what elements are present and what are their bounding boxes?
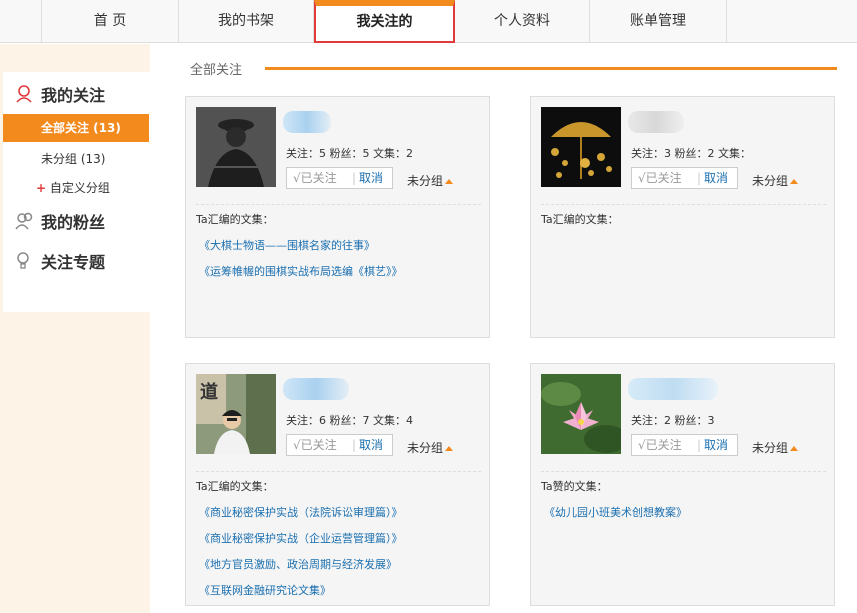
follow-card: 关注：3 粉丝：2 文集： √已关注 | 取消 未分组 Ta汇编的文集： <box>530 96 835 338</box>
collections-label: Ta汇编的文集： <box>541 213 619 226</box>
unfollow-button[interactable]: 取消 <box>704 435 728 455</box>
follow-control: √已关注 | 取消 <box>631 434 738 456</box>
avatar[interactable] <box>196 107 276 187</box>
follow-card: 关注：2 粉丝：3 √已关注 | 取消 未分组 Ta赞的文集： 《幼儿园小班美术… <box>530 363 835 606</box>
divider-line <box>196 204 481 205</box>
collection-link[interactable]: 《大棋士物语——围棋名家的往事》 <box>199 237 375 253</box>
tab-profile[interactable]: 个人资料 <box>455 0 590 43</box>
group-label: 未分组 <box>752 174 789 188</box>
lightbulb-icon <box>15 251 35 271</box>
username-blurred[interactable] <box>628 111 684 133</box>
tab-bookshelf[interactable]: 我的书架 <box>179 0 314 43</box>
section-divider <box>265 67 837 70</box>
collection-link[interactable]: 《地方官员激励、政治周期与经济发展》 <box>199 556 397 572</box>
caret-up-icon <box>790 179 799 184</box>
collection-link[interactable]: 《商业秘密保护实战（企业运营管理篇）》 <box>199 530 403 546</box>
followed-button[interactable]: √已关注 <box>287 168 349 188</box>
divider: | <box>696 171 702 185</box>
collections-label: Ta赞的文集： <box>541 480 608 493</box>
username-blurred[interactable] <box>283 378 349 400</box>
followed-button[interactable]: √已关注 <box>287 435 349 455</box>
followed-button[interactable]: √已关注 <box>632 435 694 455</box>
tab-following[interactable]: 我关注的 <box>314 0 455 43</box>
caret-up-icon <box>790 446 799 451</box>
followed-button[interactable]: √已关注 <box>632 168 694 188</box>
top-nav: 首 页 我的书架 我关注的 个人资料 账单管理 <box>0 0 857 43</box>
divider-line <box>541 471 826 472</box>
avatar[interactable] <box>541 107 621 187</box>
follow-control: √已关注 | 取消 <box>286 434 393 456</box>
divider-line <box>196 471 481 472</box>
divider-line <box>541 204 826 205</box>
collection-link[interactable]: 《互联网金融研究论文集》 <box>199 582 331 598</box>
group-dropdown[interactable]: 未分组 <box>752 439 799 456</box>
username-blurred[interactable] <box>628 378 718 400</box>
sidebar-fans-label: 我的粉丝 <box>41 213 106 232</box>
user-icon <box>15 84 35 104</box>
sidebar-item-custom-group[interactable]: + 自定义分组 <box>36 179 110 196</box>
avatar-sign-text: 道 <box>200 382 218 403</box>
collection-link[interactable]: 《运筹帷幄的围棋实战布局选编《棋艺》》 <box>199 263 403 279</box>
sidebar-item-all-follows[interactable]: 全部关注 (13) <box>3 114 149 142</box>
unfollow-button[interactable]: 取消 <box>359 435 383 455</box>
divider: | <box>351 438 357 452</box>
follow-control: √已关注 | 取消 <box>631 167 738 189</box>
user-stats: 关注：6 粉丝：7 文集：4 <box>286 414 413 427</box>
collection-link[interactable]: 《商业秘密保护实战（法院诉讼审理篇）》 <box>199 504 403 520</box>
unfollow-button[interactable]: 取消 <box>704 168 728 188</box>
follow-card: 道 关注：6 粉丝：7 文集：4 √已关注 | 取消 未分组 Ta汇编的文集： … <box>185 363 490 606</box>
sidebar: 我的关注 全部关注 (13) 未分组 (13) + 自定义分组 我的粉丝 关注专… <box>0 44 150 613</box>
sidebar-item-topics[interactable]: 关注专题 <box>15 249 105 273</box>
follow-control: √已关注 | 取消 <box>286 167 393 189</box>
section-title: 全部关注 <box>190 63 243 78</box>
users-icon <box>15 211 35 231</box>
username-blurred[interactable] <box>283 111 331 133</box>
caret-up-icon <box>445 446 454 451</box>
group-dropdown[interactable]: 未分组 <box>407 172 454 189</box>
sidebar-item-ungrouped[interactable]: 未分组 (13) <box>41 150 105 167</box>
custom-group-label: 自定义分组 <box>49 181 110 195</box>
user-stats: 关注：5 粉丝：5 文集：2 <box>286 147 413 160</box>
divider: | <box>696 438 702 452</box>
follow-card: 关注：5 粉丝：5 文集：2 √已关注 | 取消 未分组 Ta汇编的文集： 《大… <box>185 96 490 338</box>
user-stats: 关注：2 粉丝：3 <box>631 414 715 427</box>
collection-link[interactable]: 《幼儿园小班美术创想教案》 <box>544 504 687 520</box>
tab-home[interactable]: 首 页 <box>41 0 179 43</box>
sidebar-item-my-fans[interactable]: 我的粉丝 <box>15 209 105 233</box>
group-dropdown[interactable]: 未分组 <box>752 172 799 189</box>
collections-label: Ta汇编的文集： <box>196 480 274 493</box>
plus-icon: + <box>36 181 47 195</box>
group-dropdown[interactable]: 未分组 <box>407 439 454 456</box>
tab-billing[interactable]: 账单管理 <box>590 0 727 43</box>
divider: | <box>351 171 357 185</box>
group-label: 未分组 <box>407 174 444 188</box>
caret-up-icon <box>445 179 454 184</box>
collections-label: Ta汇编的文集： <box>196 213 274 226</box>
sidebar-follows-label: 我的关注 <box>41 86 106 105</box>
group-label: 未分组 <box>407 441 444 455</box>
sidebar-topics-label: 关注专题 <box>41 253 106 272</box>
user-stats: 关注：3 粉丝：2 文集： <box>631 147 751 160</box>
sidebar-item-my-follows[interactable]: 我的关注 <box>15 82 105 106</box>
unfollow-button[interactable]: 取消 <box>359 168 383 188</box>
group-label: 未分组 <box>752 441 789 455</box>
avatar[interactable]: 道 <box>196 374 276 454</box>
avatar[interactable] <box>541 374 621 454</box>
